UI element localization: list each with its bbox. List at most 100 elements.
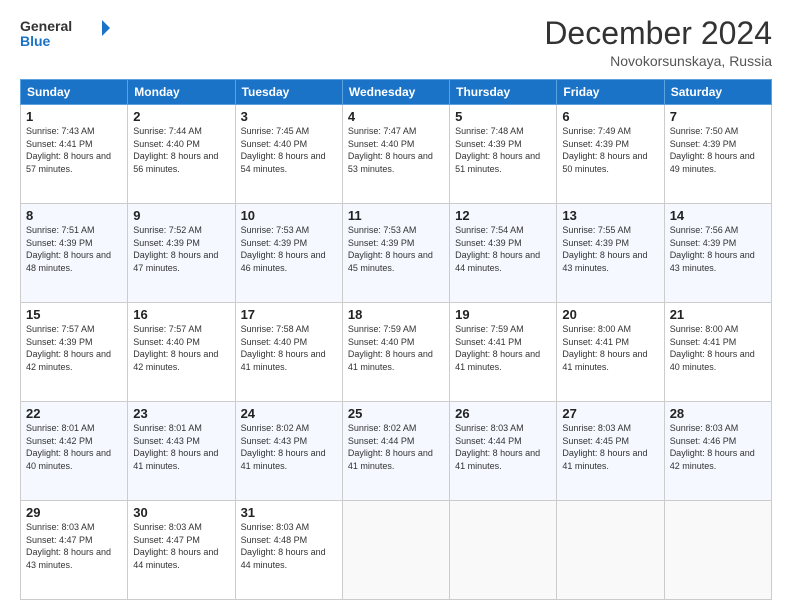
table-row: 10 Sunrise: 7:53 AM Sunset: 4:39 PM Dayl… <box>235 204 342 303</box>
day-info: Sunrise: 7:59 AM Sunset: 4:40 PM Dayligh… <box>348 323 444 373</box>
day-info: Sunrise: 7:47 AM Sunset: 4:40 PM Dayligh… <box>348 125 444 175</box>
table-row: 14 Sunrise: 7:56 AM Sunset: 4:39 PM Dayl… <box>664 204 771 303</box>
table-row: 2 Sunrise: 7:44 AM Sunset: 4:40 PM Dayli… <box>128 105 235 204</box>
col-friday: Friday <box>557 80 664 105</box>
col-thursday: Thursday <box>450 80 557 105</box>
day-number: 24 <box>241 406 337 421</box>
table-row: 21 Sunrise: 8:00 AM Sunset: 4:41 PM Dayl… <box>664 303 771 402</box>
table-row: 19 Sunrise: 7:59 AM Sunset: 4:41 PM Dayl… <box>450 303 557 402</box>
table-row: 5 Sunrise: 7:48 AM Sunset: 4:39 PM Dayli… <box>450 105 557 204</box>
day-info: Sunrise: 7:57 AM Sunset: 4:40 PM Dayligh… <box>133 323 229 373</box>
day-number: 30 <box>133 505 229 520</box>
day-info: Sunrise: 7:55 AM Sunset: 4:39 PM Dayligh… <box>562 224 658 274</box>
table-row: 23 Sunrise: 8:01 AM Sunset: 4:43 PM Dayl… <box>128 402 235 501</box>
day-number: 16 <box>133 307 229 322</box>
table-row: 4 Sunrise: 7:47 AM Sunset: 4:40 PM Dayli… <box>342 105 449 204</box>
table-row <box>450 501 557 600</box>
day-info: Sunrise: 8:03 AM Sunset: 4:47 PM Dayligh… <box>133 521 229 571</box>
day-number: 5 <box>455 109 551 124</box>
table-row: 30 Sunrise: 8:03 AM Sunset: 4:47 PM Dayl… <box>128 501 235 600</box>
table-row: 7 Sunrise: 7:50 AM Sunset: 4:39 PM Dayli… <box>664 105 771 204</box>
day-number: 25 <box>348 406 444 421</box>
table-row: 27 Sunrise: 8:03 AM Sunset: 4:45 PM Dayl… <box>557 402 664 501</box>
table-row: 26 Sunrise: 8:03 AM Sunset: 4:44 PM Dayl… <box>450 402 557 501</box>
page: General Blue December 2024 Novokorsunska… <box>0 0 792 612</box>
logo-svg: General Blue <box>20 16 110 52</box>
day-number: 13 <box>562 208 658 223</box>
day-info: Sunrise: 7:45 AM Sunset: 4:40 PM Dayligh… <box>241 125 337 175</box>
day-info: Sunrise: 7:48 AM Sunset: 4:39 PM Dayligh… <box>455 125 551 175</box>
day-info: Sunrise: 8:01 AM Sunset: 4:42 PM Dayligh… <box>26 422 122 472</box>
day-number: 23 <box>133 406 229 421</box>
day-number: 11 <box>348 208 444 223</box>
day-info: Sunrise: 8:03 AM Sunset: 4:45 PM Dayligh… <box>562 422 658 472</box>
table-row: 3 Sunrise: 7:45 AM Sunset: 4:40 PM Dayli… <box>235 105 342 204</box>
day-info: Sunrise: 7:53 AM Sunset: 4:39 PM Dayligh… <box>348 224 444 274</box>
logo: General Blue <box>20 16 110 52</box>
table-row: 16 Sunrise: 7:57 AM Sunset: 4:40 PM Dayl… <box>128 303 235 402</box>
day-info: Sunrise: 7:57 AM Sunset: 4:39 PM Dayligh… <box>26 323 122 373</box>
day-number: 29 <box>26 505 122 520</box>
table-row: 17 Sunrise: 7:58 AM Sunset: 4:40 PM Dayl… <box>235 303 342 402</box>
day-number: 26 <box>455 406 551 421</box>
table-row <box>342 501 449 600</box>
day-info: Sunrise: 7:51 AM Sunset: 4:39 PM Dayligh… <box>26 224 122 274</box>
day-info: Sunrise: 7:58 AM Sunset: 4:40 PM Dayligh… <box>241 323 337 373</box>
table-row: 20 Sunrise: 8:00 AM Sunset: 4:41 PM Dayl… <box>557 303 664 402</box>
table-row: 29 Sunrise: 8:03 AM Sunset: 4:47 PM Dayl… <box>21 501 128 600</box>
day-number: 15 <box>26 307 122 322</box>
day-number: 1 <box>26 109 122 124</box>
header: General Blue December 2024 Novokorsunska… <box>20 16 772 69</box>
col-sunday: Sunday <box>21 80 128 105</box>
day-number: 20 <box>562 307 658 322</box>
day-number: 9 <box>133 208 229 223</box>
table-row <box>557 501 664 600</box>
day-number: 31 <box>241 505 337 520</box>
day-info: Sunrise: 8:03 AM Sunset: 4:47 PM Dayligh… <box>26 521 122 571</box>
day-info: Sunrise: 8:00 AM Sunset: 4:41 PM Dayligh… <box>562 323 658 373</box>
day-info: Sunrise: 8:02 AM Sunset: 4:43 PM Dayligh… <box>241 422 337 472</box>
svg-text:General: General <box>20 18 72 34</box>
table-row: 11 Sunrise: 7:53 AM Sunset: 4:39 PM Dayl… <box>342 204 449 303</box>
table-row: 9 Sunrise: 7:52 AM Sunset: 4:39 PM Dayli… <box>128 204 235 303</box>
calendar-row: 22 Sunrise: 8:01 AM Sunset: 4:42 PM Dayl… <box>21 402 772 501</box>
col-monday: Monday <box>128 80 235 105</box>
day-info: Sunrise: 8:02 AM Sunset: 4:44 PM Dayligh… <box>348 422 444 472</box>
day-info: Sunrise: 8:00 AM Sunset: 4:41 PM Dayligh… <box>670 323 766 373</box>
day-number: 19 <box>455 307 551 322</box>
calendar-row: 8 Sunrise: 7:51 AM Sunset: 4:39 PM Dayli… <box>21 204 772 303</box>
day-info: Sunrise: 8:01 AM Sunset: 4:43 PM Dayligh… <box>133 422 229 472</box>
title-block: December 2024 Novokorsunskaya, Russia <box>544 16 772 69</box>
day-info: Sunrise: 7:50 AM Sunset: 4:39 PM Dayligh… <box>670 125 766 175</box>
day-number: 7 <box>670 109 766 124</box>
day-number: 10 <box>241 208 337 223</box>
day-number: 12 <box>455 208 551 223</box>
day-info: Sunrise: 7:52 AM Sunset: 4:39 PM Dayligh… <box>133 224 229 274</box>
location: Novokorsunskaya, Russia <box>544 53 772 69</box>
col-wednesday: Wednesday <box>342 80 449 105</box>
table-row: 18 Sunrise: 7:59 AM Sunset: 4:40 PM Dayl… <box>342 303 449 402</box>
table-row <box>664 501 771 600</box>
calendar-table: Sunday Monday Tuesday Wednesday Thursday… <box>20 79 772 600</box>
table-row: 25 Sunrise: 8:02 AM Sunset: 4:44 PM Dayl… <box>342 402 449 501</box>
month-title: December 2024 <box>544 16 772 51</box>
day-info: Sunrise: 7:54 AM Sunset: 4:39 PM Dayligh… <box>455 224 551 274</box>
day-number: 4 <box>348 109 444 124</box>
table-row: 12 Sunrise: 7:54 AM Sunset: 4:39 PM Dayl… <box>450 204 557 303</box>
day-number: 21 <box>670 307 766 322</box>
day-info: Sunrise: 8:03 AM Sunset: 4:44 PM Dayligh… <box>455 422 551 472</box>
table-row: 15 Sunrise: 7:57 AM Sunset: 4:39 PM Dayl… <box>21 303 128 402</box>
day-number: 14 <box>670 208 766 223</box>
day-info: Sunrise: 7:53 AM Sunset: 4:39 PM Dayligh… <box>241 224 337 274</box>
col-tuesday: Tuesday <box>235 80 342 105</box>
calendar-row: 29 Sunrise: 8:03 AM Sunset: 4:47 PM Dayl… <box>21 501 772 600</box>
day-number: 8 <box>26 208 122 223</box>
day-number: 3 <box>241 109 337 124</box>
day-info: Sunrise: 7:56 AM Sunset: 4:39 PM Dayligh… <box>670 224 766 274</box>
day-number: 27 <box>562 406 658 421</box>
table-row: 24 Sunrise: 8:02 AM Sunset: 4:43 PM Dayl… <box>235 402 342 501</box>
svg-text:Blue: Blue <box>20 33 51 49</box>
day-number: 28 <box>670 406 766 421</box>
calendar-row: 1 Sunrise: 7:43 AM Sunset: 4:41 PM Dayli… <box>21 105 772 204</box>
day-info: Sunrise: 8:03 AM Sunset: 4:48 PM Dayligh… <box>241 521 337 571</box>
